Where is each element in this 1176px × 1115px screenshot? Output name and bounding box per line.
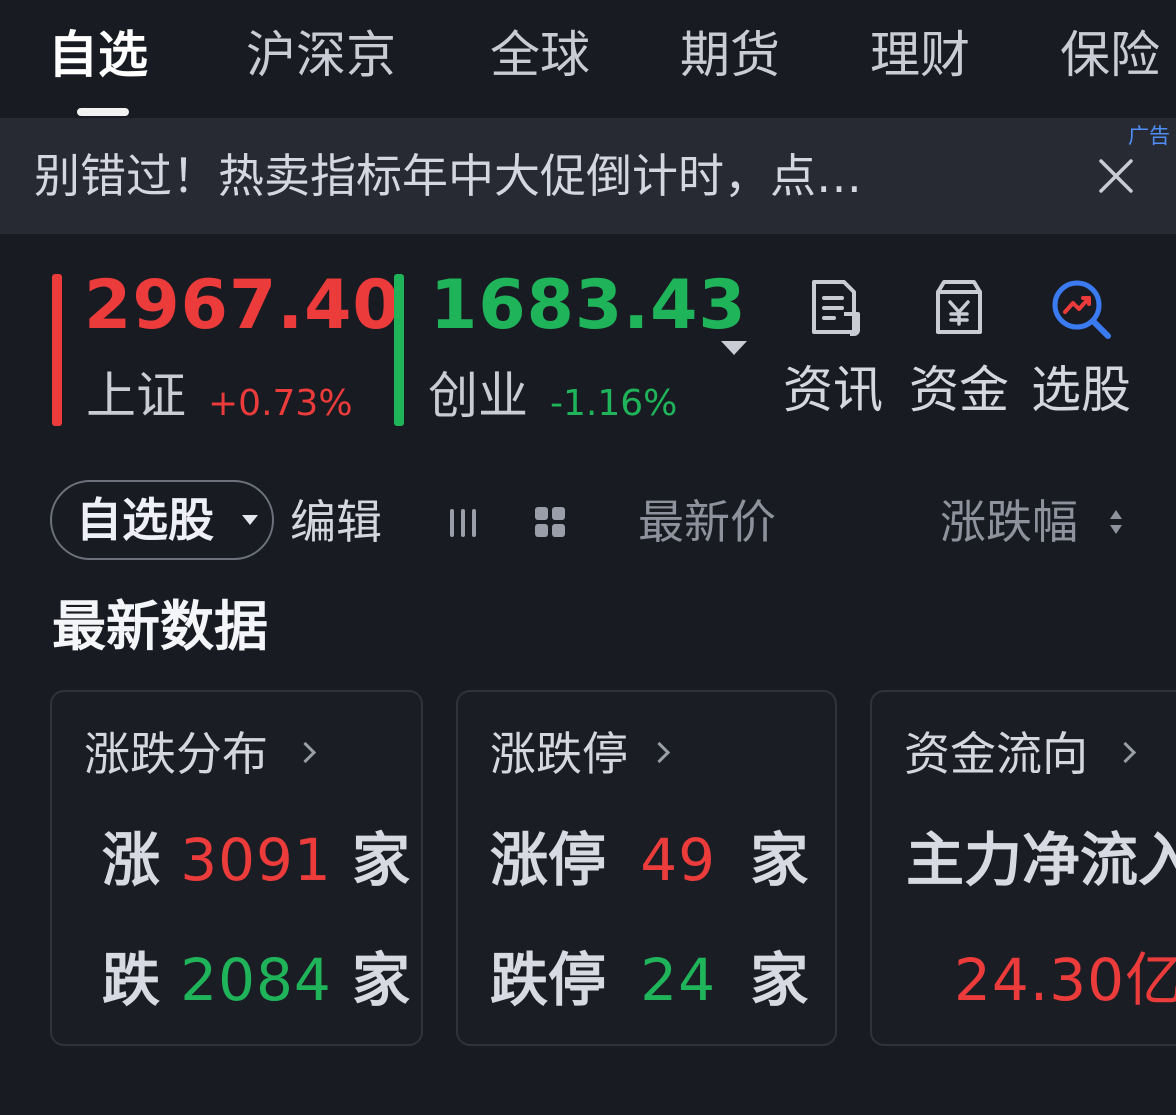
fall-count: 2084 <box>180 946 332 1014</box>
card-limit-up-down[interactable]: 涨跌停 涨停 49 家 跌停 24 家 <box>456 690 837 1046</box>
card-rise-fall-distribution[interactable]: 涨跌分布 涨 3091 家 跌 2084 家 <box>50 690 423 1046</box>
limit-up-label: 涨停 <box>490 826 607 894</box>
main-net-inflow-value: 24.30亿 <box>954 946 1176 1014</box>
section-title: 最新数据 <box>52 595 268 658</box>
limit-up-row: 涨停 49 家 <box>490 824 808 896</box>
unit-label: 家 <box>750 946 809 1014</box>
tab-futures[interactable]: 期货 <box>680 22 780 88</box>
chevron-right-icon <box>294 741 317 764</box>
quick-link-label: 资金 <box>909 361 1009 419</box>
index-trend-bar <box>52 274 62 426</box>
active-tab-indicator <box>77 108 129 116</box>
index-value: 1683.43 <box>430 266 747 345</box>
card-capital-flow[interactable]: 资金流向 主力净流入 24.30亿 <box>870 690 1176 1046</box>
news-icon <box>812 280 860 336</box>
column-change-pct[interactable]: 涨跌幅 <box>940 492 1078 552</box>
ad-text[interactable]: 别错过！热卖指标年中大促倒计时，点… <box>34 148 862 204</box>
unit-label: 家 <box>750 826 809 894</box>
fall-label: 跌 <box>102 946 161 1014</box>
quick-link-fund[interactable]: 资金 <box>909 270 1009 430</box>
rise-count: 3091 <box>180 826 332 894</box>
index-name: 上证 <box>86 367 186 425</box>
unit-label: 家 <box>352 946 411 1014</box>
card-title: 资金流向 <box>904 727 1088 781</box>
sort-icon[interactable] <box>1106 504 1126 540</box>
ad-banner[interactable]: 广告 别错过！热卖指标年中大促倒计时，点… <box>0 118 1176 234</box>
stock-pick-icon <box>1052 280 1111 339</box>
tab-a-shares[interactable]: 沪深京 <box>246 22 396 88</box>
tab-insurance[interactable]: 保险 <box>1060 22 1160 88</box>
chevron-right-icon <box>648 741 671 764</box>
main-net-inflow-label: 主力净流入 <box>906 826 1176 894</box>
chevron-down-icon <box>242 515 258 525</box>
tab-watchlist[interactable]: 自选 <box>48 22 148 88</box>
unit-label: 家 <box>352 826 411 894</box>
quick-link-news[interactable]: 资讯 <box>783 270 883 430</box>
card-title: 涨跌分布 <box>84 727 268 781</box>
edit-button[interactable]: 编辑 <box>290 492 382 552</box>
card-title: 涨跌停 <box>490 727 628 781</box>
index-change: -1.16% <box>550 383 678 424</box>
index-trend-bar <box>394 274 404 426</box>
chevron-right-icon <box>1114 741 1137 764</box>
quick-link-label: 资讯 <box>783 361 883 419</box>
quick-link-label: 选股 <box>1031 361 1131 419</box>
fund-icon <box>936 280 982 334</box>
index-value: 2967.40 <box>84 266 401 345</box>
tab-global[interactable]: 全球 <box>490 22 590 88</box>
rise-count-row: 涨 3091 家 <box>102 824 410 896</box>
limit-down-label: 跌停 <box>490 946 607 1014</box>
limit-up-count: 49 <box>640 826 717 894</box>
index-name: 创业 <box>428 367 528 425</box>
close-icon[interactable] <box>1094 154 1138 198</box>
limit-down-row: 跌停 24 家 <box>490 944 808 1016</box>
tab-wealth[interactable]: 理财 <box>870 22 970 88</box>
quick-link-stock-pick[interactable]: 选股 <box>1031 270 1131 430</box>
limit-down-count: 24 <box>640 946 717 1014</box>
watchlist-group-label: 自选股 <box>76 493 214 547</box>
rise-label: 涨 <box>102 826 161 894</box>
watchlist-group-selector[interactable]: 自选股 <box>50 480 274 560</box>
fall-count-row: 跌 2084 家 <box>102 944 410 1016</box>
column-latest-price[interactable]: 最新价 <box>638 492 776 552</box>
list-view-icon[interactable] <box>446 506 480 540</box>
chevron-down-icon[interactable] <box>721 341 747 355</box>
grid-view-icon[interactable] <box>532 504 568 540</box>
ad-tag: 广告 <box>1128 124 1170 148</box>
index-change: +0.73% <box>208 383 353 424</box>
